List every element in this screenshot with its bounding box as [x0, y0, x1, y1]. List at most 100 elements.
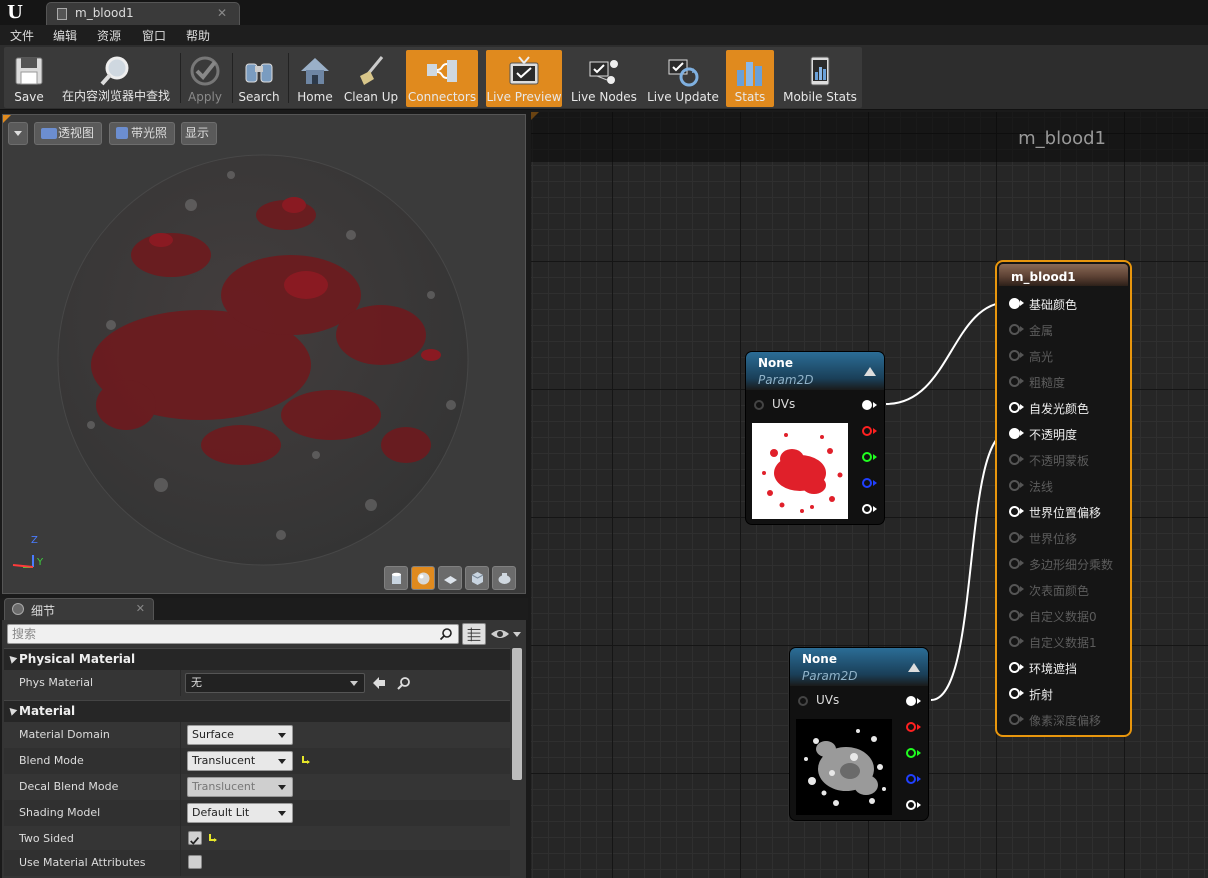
collapse-arrow-icon[interactable]	[908, 663, 920, 672]
input-pin[interactable]	[1009, 558, 1020, 569]
result-input-pin-row[interactable]: 基础颜色	[997, 290, 1132, 316]
material-domain-dropdown[interactable]: Surface	[187, 725, 293, 745]
apply-button[interactable]: Apply	[184, 50, 226, 107]
clean-up-button[interactable]: Clean Up	[342, 50, 400, 107]
phys-material-picker[interactable]: 无	[185, 673, 365, 693]
uvs-input-pin[interactable]	[798, 696, 808, 706]
live-update-button[interactable]: Live Update	[646, 50, 720, 107]
material-graph[interactable]: m_blood1 None Param2D UVs None Param2D U…	[531, 112, 1208, 878]
input-pin[interactable]	[1009, 402, 1020, 413]
input-pin[interactable]	[1009, 324, 1020, 335]
connectors-button[interactable]: Connectors	[406, 50, 478, 107]
menu-help[interactable]: 帮助	[186, 27, 210, 44]
result-input-pin-row[interactable]: 折射	[997, 680, 1132, 706]
red-output-pin[interactable]	[862, 426, 872, 436]
menu-file[interactable]: 文件	[10, 27, 34, 44]
view-options-eye-icon[interactable]	[490, 624, 524, 644]
preview-viewport[interactable]: 透视图 带光照 显示 Z Y	[2, 114, 526, 594]
property-matrix-button[interactable]	[462, 623, 486, 645]
input-pin[interactable]	[1009, 636, 1020, 647]
input-pin[interactable]	[1009, 298, 1020, 309]
mobile-stats-button[interactable]: Mobile Stats	[780, 50, 860, 107]
use-selected-arrow-icon[interactable]	[372, 676, 386, 690]
live-preview-button[interactable]: Live Preview	[486, 50, 562, 107]
unreal-logo-icon[interactable]: U	[4, 2, 26, 24]
alpha-output-pin[interactable]	[862, 504, 872, 514]
cylinder-preview-button[interactable]	[384, 566, 408, 590]
input-pin[interactable]	[1009, 610, 1020, 621]
stats-button[interactable]: Stats	[726, 50, 774, 107]
menu-asset[interactable]: 资源	[97, 27, 121, 44]
rgb-output-pin[interactable]	[906, 696, 916, 706]
browse-magnifier-icon[interactable]	[397, 676, 411, 690]
result-input-pin-row[interactable]: 不透明度	[997, 420, 1132, 446]
cube-preview-button[interactable]	[465, 566, 489, 590]
result-input-pin-row[interactable]: 环境遮挡	[997, 654, 1132, 680]
input-pin[interactable]	[1009, 532, 1020, 543]
plane-preview-button[interactable]	[438, 566, 462, 590]
input-pin[interactable]	[1009, 662, 1020, 673]
input-pin[interactable]	[1009, 714, 1020, 725]
input-pin[interactable]	[1009, 688, 1020, 699]
alpha-output-pin[interactable]	[906, 800, 916, 810]
use-material-attributes-checkbox[interactable]	[188, 855, 202, 869]
sphere-preview-button[interactable]	[411, 566, 435, 590]
details-search-input[interactable]	[12, 626, 432, 642]
texture-sample-node[interactable]: None Param2D UVs	[746, 352, 884, 524]
result-input-pin-row[interactable]: 不透明蒙板	[997, 446, 1132, 472]
result-input-pin-row[interactable]: 多边形细分乘数	[997, 550, 1132, 576]
uvs-input-pin[interactable]	[754, 400, 764, 410]
close-details-tab-icon[interactable]: ✕	[136, 602, 145, 615]
search-icon[interactable]	[440, 628, 452, 640]
document-tab[interactable]: m_blood1 ✕	[46, 2, 240, 25]
details-tab[interactable]: 细节 ✕	[4, 598, 154, 620]
texture-sample-node[interactable]: None Param2D UVs	[790, 648, 928, 820]
category-physical-material[interactable]: Physical Material	[4, 648, 510, 670]
input-pin[interactable]	[1009, 584, 1020, 595]
close-tab-icon[interactable]: ✕	[217, 6, 227, 20]
material-result-node[interactable]: m_blood1 基础颜色 金属 高光 粗糙度 自发光颜色 不透明度 不透明蒙板 法线 世界位置…	[995, 260, 1132, 737]
blue-output-pin[interactable]	[906, 774, 916, 784]
blend-mode-dropdown[interactable]: Translucent	[187, 751, 293, 771]
details-search-box[interactable]	[7, 624, 459, 644]
viewport-options-button[interactable]	[8, 122, 28, 145]
result-input-pin-row[interactable]: 自定义数据1	[997, 628, 1132, 654]
result-input-pin-row[interactable]: 法线	[997, 472, 1132, 498]
show-button[interactable]: 显示	[181, 122, 217, 145]
collapse-arrow-icon[interactable]	[864, 367, 876, 376]
menu-edit[interactable]: 编辑	[53, 27, 77, 44]
red-output-pin[interactable]	[906, 722, 916, 732]
result-input-pin-row[interactable]: 次表面颜色	[997, 576, 1132, 602]
result-input-pin-row[interactable]: 世界位置偏移	[997, 498, 1132, 524]
input-pin[interactable]	[1009, 350, 1020, 361]
input-pin[interactable]	[1009, 428, 1020, 439]
two-sided-checkbox[interactable]	[188, 831, 202, 845]
home-button[interactable]: Home	[292, 50, 338, 107]
input-pin[interactable]	[1009, 506, 1020, 517]
reset-to-default-icon[interactable]	[209, 833, 218, 842]
result-input-pin-row[interactable]: 粗糙度	[997, 368, 1132, 394]
result-input-pin-row[interactable]: 自定义数据0	[997, 602, 1132, 628]
perspective-button[interactable]: 透视图	[34, 122, 102, 145]
live-nodes-button[interactable]: Live Nodes	[568, 50, 640, 107]
lit-mode-button[interactable]: 带光照	[109, 122, 175, 145]
find-in-content-browser-button[interactable]: 在内容浏览器中查找	[56, 50, 176, 107]
save-button[interactable]: Save	[6, 50, 52, 107]
result-input-pin-row[interactable]: 像素深度偏移	[997, 706, 1132, 732]
input-pin[interactable]	[1009, 376, 1020, 387]
input-pin[interactable]	[1009, 454, 1020, 465]
green-output-pin[interactable]	[906, 748, 916, 758]
green-output-pin[interactable]	[862, 452, 872, 462]
category-material[interactable]: Material	[4, 700, 510, 722]
details-scrollbar[interactable]	[512, 648, 522, 780]
result-input-pin-row[interactable]: 自发光颜色	[997, 394, 1132, 420]
rgb-output-pin[interactable]	[862, 400, 872, 410]
input-pin[interactable]	[1009, 480, 1020, 491]
custom-mesh-preview-button[interactable]	[492, 566, 516, 590]
result-input-pin-row[interactable]: 世界位移	[997, 524, 1132, 550]
result-input-pin-row[interactable]: 金属	[997, 316, 1132, 342]
reset-to-default-icon[interactable]	[302, 755, 311, 764]
blue-output-pin[interactable]	[862, 478, 872, 488]
decal-blend-mode-dropdown[interactable]: Translucent	[187, 777, 293, 797]
search-button[interactable]: Search	[236, 50, 282, 107]
